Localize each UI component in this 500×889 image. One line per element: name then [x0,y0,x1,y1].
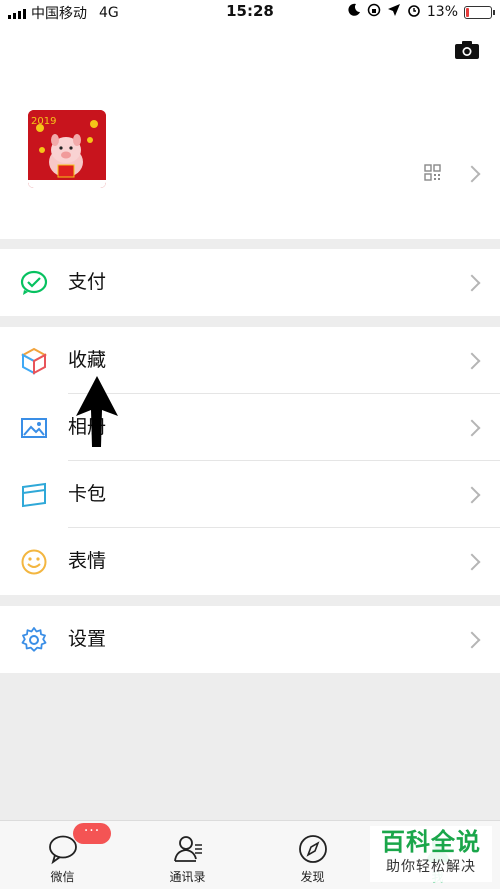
tab-chats[interactable]: ··· 微信 [0,821,125,889]
camera-icon[interactable] [454,40,480,64]
smiley-face-icon [20,548,48,576]
location-icon [387,3,401,21]
chevron-right-icon [463,352,481,370]
menu-item-stickers[interactable]: 表情 [0,528,500,595]
rotation-lock-icon [367,3,381,21]
unread-badge: ··· [73,823,111,844]
svg-text:2019: 2019 [31,116,56,127]
watermark-title: 百科全说 [381,828,481,856]
status-bar: 中国移动 4G 15:28 13% [0,0,500,24]
menu-label-cards: 卡包 [68,483,107,505]
menu-label-stickers: 表情 [68,550,107,572]
chevron-right-icon [463,631,481,649]
chevron-right-icon [463,553,481,571]
chevron-right-icon [463,274,481,292]
album-image-icon [20,414,48,442]
tab-label-discover: 发现 [300,870,325,884]
annotation-arrow-icon [74,374,120,454]
compass-icon [297,833,329,865]
wechat-pay-icon [20,269,48,297]
chevron-right-icon [463,165,481,183]
features-section: 收藏 相册 卡包 表情 [0,327,500,595]
profile-header[interactable]: 2019 [0,24,500,239]
moon-icon [347,3,361,21]
settings-section: 设置 [0,606,500,673]
watermark: 百科全说 助你轻松解决 [370,826,492,882]
menu-item-settings[interactable]: 设置 [0,606,500,673]
menu-item-pay[interactable]: 支付 [0,249,500,316]
qr-code-icon[interactable] [424,164,441,185]
favorites-cube-icon [20,347,48,375]
card-wallet-icon [20,481,48,509]
menu-label-settings: 设置 [68,628,107,650]
menu-item-cards[interactable]: 卡包 [0,461,500,528]
avatar[interactable]: 2019 [28,110,106,188]
contacts-icon [172,833,204,865]
status-right: 13% [347,3,495,21]
chevron-right-icon [463,419,481,437]
pay-section: 支付 [0,249,500,316]
gear-icon [20,626,48,654]
tab-label-contacts: 通讯录 [169,870,206,884]
watermark-subtitle: 助你轻松解决 [386,859,476,875]
battery-icon [464,5,495,19]
menu-label-favorites: 收藏 [68,349,107,371]
tab-label-chats: 微信 [50,870,75,884]
alarm-icon [407,3,421,21]
chevron-right-icon [463,486,481,504]
tab-discover[interactable]: 发现 [250,821,375,889]
tab-contacts[interactable]: 通讯录 [125,821,250,889]
menu-label-pay: 支付 [68,271,107,293]
battery-label: 13% [426,4,458,20]
